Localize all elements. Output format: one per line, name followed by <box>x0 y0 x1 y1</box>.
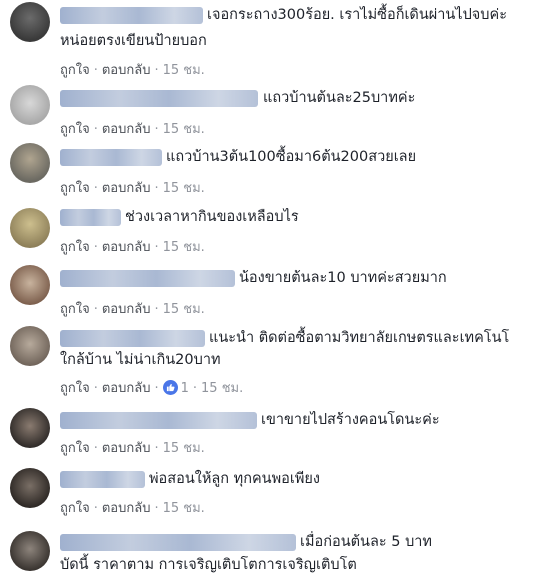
reply-link[interactable]: ตอบกลับ <box>102 441 151 456</box>
like-link[interactable]: ถูกใจ <box>60 181 90 196</box>
timestamp[interactable]: 15 ชม. <box>163 501 205 516</box>
comment-actions: ถูกใจ · ตอบกลับ · 15 ชม. <box>60 63 205 78</box>
commenter-name[interactable] <box>60 209 121 226</box>
reply-link[interactable]: ตอบกลับ <box>102 181 151 196</box>
comment-text-line: แถวบ้านต้นละ25บาทค่ะ <box>263 90 416 106</box>
commenter-name[interactable] <box>60 90 258 107</box>
comment-text-line: พ่อสอนให้ลูก ทุกคนพอเพียง <box>149 471 320 487</box>
commenter-name[interactable] <box>60 330 205 347</box>
comment-item: แนะนำ ติดต่อซื้อตามวิทยาลัยเกษตรและเทคโน… <box>0 320 550 400</box>
avatar[interactable] <box>10 2 50 42</box>
comment-item: แถวบ้าน3ต้น100ซื้อมา6ต้น200สวยเลย ถูกใจ ·… <box>0 140 550 200</box>
avatar[interactable] <box>10 85 50 125</box>
comment-actions: ถูกใจ · ตอบกลับ · 15 ชม. <box>60 181 205 196</box>
comment-item: เขาขายไปสร้างคอนโดนะค่ะ ถูกใจ · ตอบกลับ · 15… <box>0 402 550 462</box>
reply-link[interactable]: ตอบกลับ <box>102 240 151 255</box>
comment-actions: ถูกใจ · ตอบกลับ · 15 ชม. <box>60 501 205 516</box>
timestamp[interactable]: 15 ชม. <box>163 181 205 196</box>
avatar[interactable] <box>10 531 50 571</box>
avatar[interactable] <box>10 265 50 305</box>
comment-text-line: หน่อยตรงเขียนป้ายบอก <box>60 33 207 49</box>
reply-link[interactable]: ตอบกลับ <box>102 501 151 516</box>
like-link[interactable]: ถูกใจ <box>60 240 90 255</box>
commenter-name[interactable] <box>60 412 257 429</box>
comment-item: น้องขายต้นละ10 บาทค่ะสวยมาก ถูกใจ · ตอบกลั… <box>0 258 550 318</box>
like-link[interactable]: ถูกใจ <box>60 441 90 456</box>
comment-text-line: เมื่อก่อนต้นละ 5 บาท <box>300 534 432 550</box>
comment-text-line: แถวบ้าน3ต้น100ซื้อมา6ต้น200สวยเลย <box>166 149 417 165</box>
comment-text-line: ช่วงเวลาหากินของเหลือบไร <box>125 209 299 225</box>
avatar[interactable] <box>10 326 50 366</box>
comment-text-line: ใกล้บ้าน ไม่น่าเกิน20บาท <box>60 352 221 368</box>
comment-actions: ถูกใจ · ตอบกลับ · 15 ชม. <box>60 302 205 317</box>
like-link[interactable]: ถูกใจ <box>60 381 90 396</box>
like-link[interactable]: ถูกใจ <box>60 302 90 317</box>
comment-item: พ่อสอนให้ลูก ทุกคนพอเพียง ถูกใจ · ตอบกลับ ·… <box>0 462 550 522</box>
avatar[interactable] <box>10 408 50 448</box>
reply-link[interactable]: ตอบกลับ <box>102 302 151 317</box>
timestamp[interactable]: 15 ชม. <box>163 122 205 137</box>
avatar[interactable] <box>10 208 50 248</box>
timestamp[interactable]: 15 ชม. <box>163 63 205 78</box>
comment-text-line: บัดนี้ ราคาตาม การเจริญเติบโตการเจริญเติ… <box>60 557 357 573</box>
commenter-name[interactable] <box>60 270 235 287</box>
commenter-name[interactable] <box>60 534 296 551</box>
comment-item: เจอกระถาง300ร้อย. เราไม่ซื้อก็เดินผ่านไป… <box>0 0 550 90</box>
comment-item: ช่วงเวลาหากินของเหลือบไร ถูกใจ · ตอบกลับ · 1… <box>0 199 550 259</box>
commenter-name[interactable] <box>60 149 162 166</box>
commenter-name[interactable] <box>60 7 203 24</box>
avatar[interactable] <box>10 468 50 508</box>
comment-actions: ถูกใจ · ตอบกลับ · 15 ชม. <box>60 441 205 456</box>
avatar[interactable] <box>10 143 50 183</box>
comment-text-line: เจอกระถาง300ร้อย. เราไม่ซื้อก็เดินผ่านไป… <box>207 7 507 23</box>
comment-text-line: น้องขายต้นละ10 บาทค่ะสวยมาก <box>239 270 447 286</box>
comment-text-line: แนะนำ ติดต่อซื้อตามวิทยาลัยเกษตรและเทคโน… <box>209 330 510 346</box>
reply-link[interactable]: ตอบกลับ <box>102 122 151 137</box>
comment-item: เมื่อก่อนต้นละ 5 บาท บัดนี้ ราคาตาม การเ… <box>0 525 550 575</box>
like-link[interactable]: ถูกใจ <box>60 501 90 516</box>
like-link[interactable]: ถูกใจ <box>60 122 90 137</box>
like-link[interactable]: ถูกใจ <box>60 63 90 78</box>
comment-actions: ถูกใจ · ตอบกลับ · 1 · 15 ชม. <box>60 380 244 396</box>
timestamp[interactable]: 15 ชม. <box>163 441 205 456</box>
reply-link[interactable]: ตอบกลับ <box>102 63 151 78</box>
comment-actions: ถูกใจ · ตอบกลับ · 15 ชม. <box>60 122 205 137</box>
timestamp[interactable]: 15 ชม. <box>163 240 205 255</box>
commenter-name[interactable] <box>60 471 145 488</box>
like-count[interactable]: 1 <box>181 381 189 396</box>
reply-link[interactable]: ตอบกลับ <box>102 381 151 396</box>
comment-actions: ถูกใจ · ตอบกลับ · 15 ชม. <box>60 240 205 255</box>
timestamp[interactable]: 15 ชม. <box>201 381 243 396</box>
timestamp[interactable]: 15 ชม. <box>163 302 205 317</box>
thumbs-up-icon[interactable] <box>162 380 178 395</box>
comment-item: แถวบ้านต้นละ25บาทค่ะ ถูกใจ · ตอบกลับ · 15 ชม… <box>0 82 550 142</box>
comment-text-line: เขาขายไปสร้างคอนโดนะค่ะ <box>261 412 440 428</box>
